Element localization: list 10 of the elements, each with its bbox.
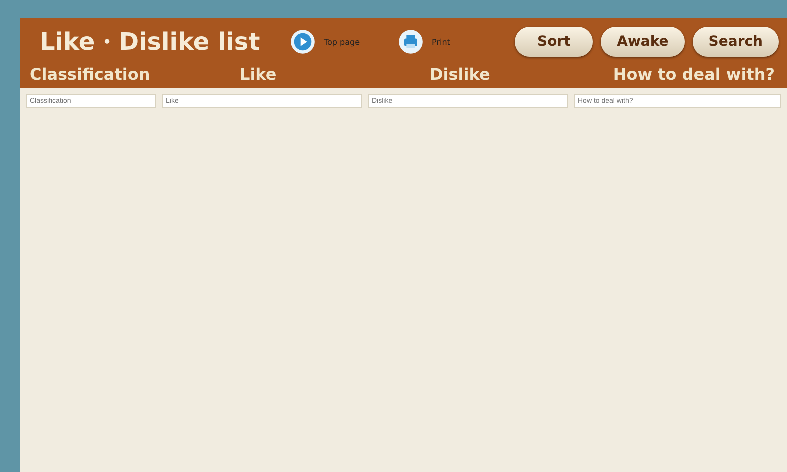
- header-button[interactable]: Sort: [515, 27, 594, 57]
- column-header: How to deal with?: [613, 64, 776, 84]
- column-header: Like: [240, 64, 278, 84]
- column-header: Dislike: [430, 64, 492, 84]
- header-button[interactable]: Awake: [601, 27, 685, 57]
- header-button[interactable]: Search: [692, 27, 779, 57]
- printer-icon: [398, 29, 424, 55]
- play-icon: [290, 29, 316, 55]
- app-title: Like・Dislike list: [39, 27, 262, 58]
- column-header: Classification: [30, 64, 152, 84]
